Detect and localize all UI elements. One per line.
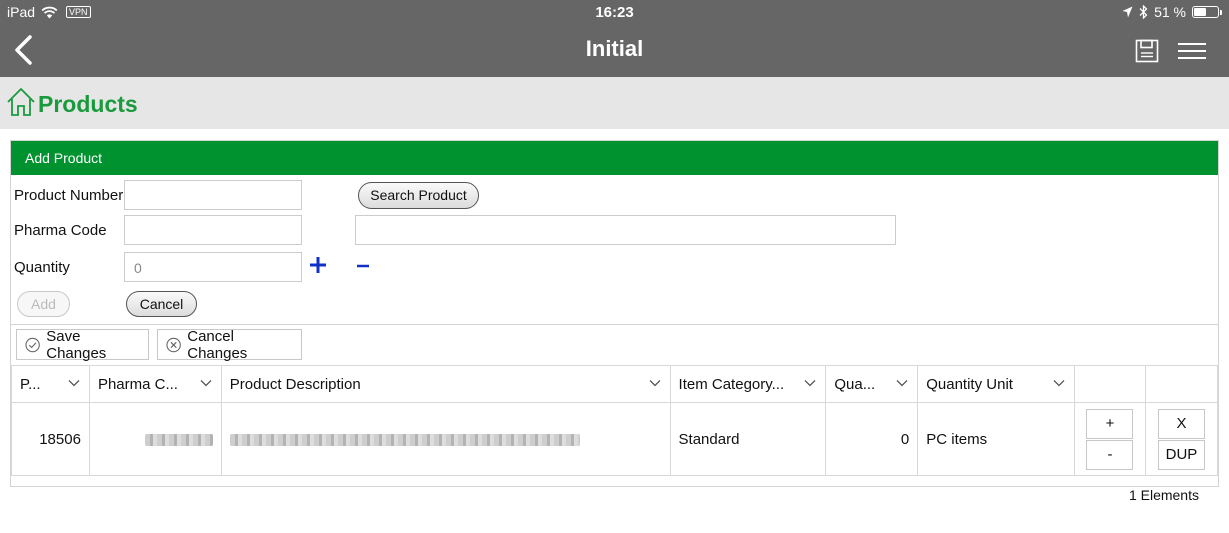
cell-quantity-unit: PC items (917, 402, 1075, 476)
column-header-quantity-unit[interactable]: Quantity Unit (917, 365, 1075, 403)
add-button[interactable]: Add (17, 291, 70, 317)
redacted-pharma-code (144, 433, 213, 446)
column-header-quantity-actions (1073, 365, 1146, 403)
battery-percent: 51 % (1154, 4, 1186, 20)
chevron-down-icon[interactable] (68, 379, 80, 387)
cancel-changes-button[interactable]: Cancel Changes (157, 327, 302, 362)
status-time: 16:23 (595, 4, 634, 21)
chevron-down-icon[interactable] (804, 379, 816, 387)
battery-fill (1194, 8, 1206, 16)
cell-product-description (220, 402, 671, 476)
table-header-row: P... Pharma C... Product Description Ite… (11, 365, 1219, 403)
page-header: Products (0, 77, 1229, 129)
cell-quantity: 0 (825, 402, 919, 476)
column-label: P... (20, 375, 41, 393)
home-icon[interactable] (6, 87, 36, 117)
product-number-label: Product Number (14, 187, 124, 204)
save-icon[interactable] (1135, 39, 1159, 63)
add-product-header: Add Product (11, 141, 1218, 175)
element-count: 1 Elements (1128, 487, 1199, 503)
check-circle-icon (25, 337, 40, 352)
x-circle-icon (166, 337, 181, 352)
column-header-product-number[interactable]: P... (11, 365, 90, 403)
bluetooth-icon (1139, 5, 1148, 19)
product-number-input[interactable] (124, 180, 302, 210)
save-changes-label: Save Changes (46, 327, 107, 362)
column-header-pharma-code[interactable]: Pharma C... (88, 365, 222, 403)
quantity-input[interactable]: 0 (124, 252, 302, 282)
column-label: Item Category... (678, 375, 785, 393)
status-right: 51 % (1122, 4, 1222, 20)
chevron-down-icon[interactable] (649, 379, 661, 387)
column-header-row-actions (1144, 365, 1219, 403)
quantity-label: Quantity (14, 259, 70, 276)
column-header-quantity[interactable]: Qua... (825, 365, 919, 403)
page-title: Products (38, 91, 138, 117)
column-label: Product Description (229, 375, 361, 393)
location-arrow-icon (1122, 6, 1133, 18)
cell-item-category: Standard (669, 402, 827, 476)
cancel-changes-label: Cancel Changes (187, 327, 248, 362)
save-changes-button[interactable]: Save Changes (16, 327, 149, 362)
delete-row-button[interactable]: X (1157, 408, 1205, 439)
cell-quantity-stepper: + - (1073, 402, 1146, 476)
cell-product-number: 18506 (11, 402, 90, 476)
plus-icon[interactable] (309, 256, 327, 274)
column-header-item-category[interactable]: Item Category... (669, 365, 827, 403)
chevron-down-icon[interactable] (200, 379, 212, 387)
cell-row-actions: X DUP (1144, 402, 1219, 476)
table-row[interactable]: 18506 Standard 0 PC items + - X DUP (11, 402, 1219, 476)
hamburger-menu-icon[interactable] (1178, 42, 1206, 60)
nav-title: Initial (585, 36, 644, 61)
cancel-button[interactable]: Cancel (126, 291, 197, 317)
pharma-code-input[interactable] (124, 215, 302, 245)
cell-pharma-code (88, 402, 222, 476)
column-header-product-description[interactable]: Product Description (220, 365, 671, 403)
pharma-code-label: Pharma Code (14, 222, 107, 239)
status-bar: iPad VPN 16:23 51 % (0, 0, 1229, 24)
column-label: Pharma C... (97, 375, 178, 393)
add-product-panel: Add Product Product Number Search Produc… (10, 140, 1219, 487)
chevron-down-icon[interactable] (1053, 379, 1065, 387)
product-description-field[interactable] (355, 215, 896, 245)
increase-quantity-button[interactable]: + (1086, 408, 1134, 439)
column-label: Quantity Unit (926, 375, 1013, 393)
duplicate-row-button[interactable]: DUP (1157, 439, 1205, 470)
products-table: P... Pharma C... Product Description Ite… (11, 365, 1219, 476)
redacted-description (229, 433, 580, 446)
chevron-down-icon[interactable] (896, 379, 908, 387)
decrease-quantity-button[interactable]: - (1086, 439, 1134, 470)
search-product-button[interactable]: Search Product (358, 182, 479, 209)
panel-divider (11, 324, 1218, 325)
battery-icon (1192, 6, 1222, 18)
column-label: Qua... (834, 375, 876, 393)
minus-icon[interactable] (356, 256, 370, 274)
top-bar: iPad VPN 16:23 51 % Initial (0, 0, 1229, 77)
